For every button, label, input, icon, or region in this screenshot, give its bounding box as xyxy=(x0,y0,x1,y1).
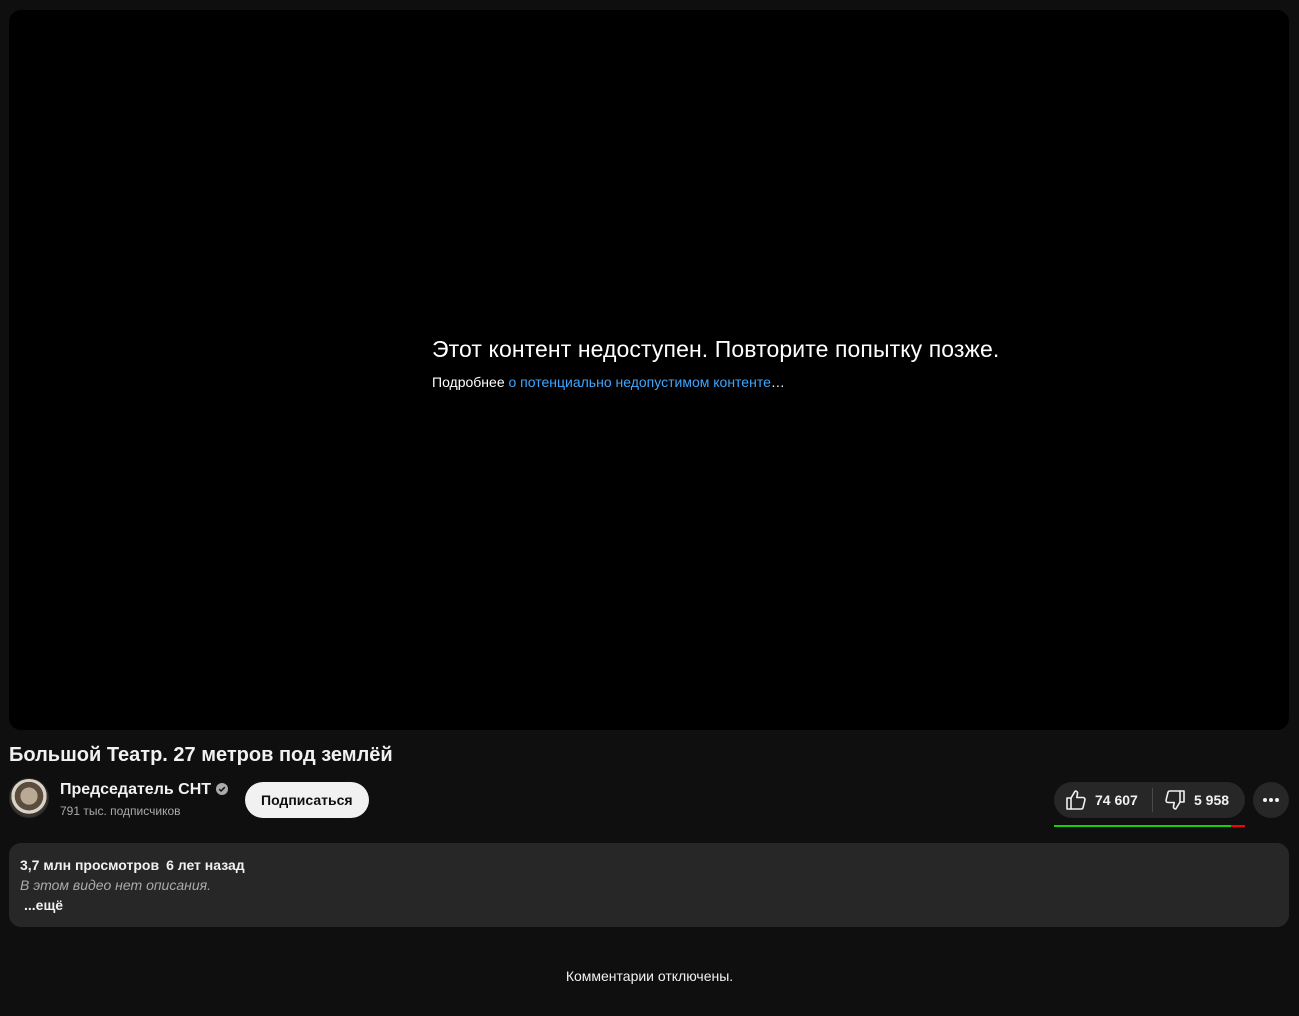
upload-date: 6 лет назад xyxy=(166,857,245,873)
comments-disabled-message: Комментарии отключены. xyxy=(565,968,734,984)
more-actions-button[interactable] xyxy=(1253,782,1289,818)
video-player[interactable]: Этот контент недоступен. Повторите попыт… xyxy=(9,10,1289,730)
more-horizontal-icon xyxy=(1263,798,1279,802)
channel-name-link[interactable]: Председатель СНТ xyxy=(60,781,229,799)
channel-avatar[interactable] xyxy=(9,778,49,818)
error-subtitle: Подробнее о потенциально недопустимом ко… xyxy=(432,374,999,390)
error-title: Этот контент недоступен. Повторите попыт… xyxy=(432,336,1000,362)
subscriber-count: 791 тыс. подписчиков xyxy=(60,804,181,818)
owner-row: Председатель СНТ 791 тыс. подписчиков По… xyxy=(9,778,1291,827)
error-suffix: … xyxy=(770,374,785,390)
sentiment-bar xyxy=(1054,825,1245,827)
like-dislike-group: 74 607 5 958 xyxy=(1054,782,1245,818)
thumbs-down-icon xyxy=(1165,790,1185,810)
description-meta: 3,7 млн просмотров 6 лет назад xyxy=(20,857,245,873)
description-box[interactable]: 3,7 млн просмотров 6 лет назад В этом вид… xyxy=(9,843,1289,927)
video-title: Большой Театр. 27 метров под землёй xyxy=(9,744,393,766)
like-button[interactable]: 74 607 xyxy=(1064,782,1152,818)
player-error-message: Этот контент недоступен. Повторите попыт… xyxy=(432,336,999,390)
channel-name: Председатель СНТ xyxy=(60,781,212,798)
sentiment-bar-likes xyxy=(1054,825,1231,827)
dislike-button[interactable]: 5 958 xyxy=(1163,782,1245,818)
thumbs-up-icon xyxy=(1066,790,1086,810)
error-prefix: Подробнее xyxy=(432,374,509,390)
description-empty-text: В этом видео нет описания. xyxy=(20,877,211,893)
dislike-count: 5 958 xyxy=(1194,792,1230,808)
verified-check-icon xyxy=(216,783,229,795)
subscribe-button[interactable]: Подписаться xyxy=(245,782,369,818)
show-more-button[interactable]: ...ещё xyxy=(24,897,63,913)
learn-more-link[interactable]: о потенциально недопустимом контенте xyxy=(509,374,771,390)
view-count: 3,7 млн просмотров xyxy=(20,857,160,873)
like-divider xyxy=(1152,788,1153,812)
like-count: 74 607 xyxy=(1095,792,1138,808)
